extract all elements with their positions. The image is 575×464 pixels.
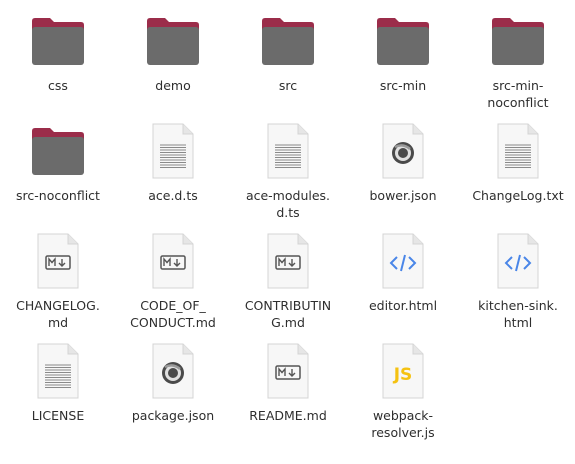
file-item[interactable]: css	[3, 8, 113, 116]
file-label: demo	[118, 77, 228, 94]
file-label: LICENSE	[3, 407, 113, 424]
file-item[interactable]: CODE_OF_ CONDUCT.md	[118, 228, 228, 336]
file-item[interactable]: editor.html	[348, 228, 458, 336]
folder-icon	[373, 11, 433, 71]
markdown-file-icon	[258, 341, 318, 401]
file-item[interactable]: package.json	[118, 338, 228, 446]
file-label-line: README.md	[249, 408, 327, 423]
file-label: CONTRIBUTIN G.md	[233, 297, 343, 331]
folder-icon	[488, 11, 548, 71]
file-label: ace-modules. d.ts	[233, 187, 343, 221]
file-item[interactable]: src-noconflict	[3, 118, 113, 226]
file-label-line: d.ts	[276, 205, 300, 220]
folder-icon	[28, 11, 88, 71]
file-item[interactable]: ChangeLog.txt	[463, 118, 573, 226]
file-label-line: LICENSE	[31, 408, 85, 423]
file-label-line: ace-modules.	[245, 188, 331, 203]
file-label: src-min	[348, 77, 458, 94]
file-label-line: html	[503, 315, 533, 330]
file-item[interactable]: ace.d.ts	[118, 118, 228, 226]
json-file-icon	[143, 341, 203, 401]
file-label-line: src	[278, 78, 298, 93]
file-label-line: package.json	[131, 408, 215, 423]
folder-icon	[28, 121, 88, 181]
js-badge: JS	[393, 365, 413, 385]
file-label: ChangeLog.txt	[463, 187, 573, 204]
file-label-line: ace.d.ts	[148, 188, 198, 203]
text-file-icon	[143, 121, 203, 181]
file-label: css	[3, 77, 113, 94]
file-item[interactable]: README.md	[233, 338, 343, 446]
file-label: kitchen-sink. html	[463, 297, 573, 331]
markdown-file-icon	[28, 231, 88, 291]
file-label: src-min-noconflict	[463, 77, 573, 111]
file-label-line: kitchen-sink.	[478, 298, 558, 313]
file-label-line: CHANGELOG.	[16, 298, 100, 313]
file-label-line: src-min	[379, 78, 427, 93]
file-item[interactable]: src	[233, 8, 343, 116]
file-label: CODE_OF_ CONDUCT.md	[118, 297, 228, 331]
text-file-icon	[28, 341, 88, 401]
file-item[interactable]: LICENSE	[3, 338, 113, 446]
file-label: bower.json	[348, 187, 458, 204]
file-label: editor.html	[348, 297, 458, 314]
javascript-file-icon: JS	[373, 341, 433, 401]
file-item[interactable]: kitchen-sink. html	[463, 228, 573, 336]
file-label: README.md	[233, 407, 343, 424]
file-label-line: src-noconflict	[16, 188, 100, 203]
folder-icon	[258, 11, 318, 71]
text-file-icon	[488, 121, 548, 181]
file-label: ace.d.ts	[118, 187, 228, 204]
file-label-line: src-min-	[492, 78, 544, 93]
file-label-line: css	[48, 78, 68, 93]
file-label-line: ChangeLog.txt	[472, 188, 564, 203]
file-label: webpack-resolver.js	[348, 407, 458, 441]
file-label-line: CODE_OF_	[140, 298, 206, 313]
file-label-line: webpack-	[372, 408, 434, 423]
file-label-line: editor.html	[368, 298, 438, 313]
file-item[interactable]: bower.json	[348, 118, 458, 226]
html-file-icon	[373, 231, 433, 291]
file-label-line: bower.json	[369, 188, 437, 203]
markdown-file-icon	[258, 231, 318, 291]
html-file-icon	[488, 231, 548, 291]
file-item[interactable]: CHANGELOG. md	[3, 228, 113, 336]
file-item[interactable]: ace-modules. d.ts	[233, 118, 343, 226]
text-file-icon	[258, 121, 318, 181]
file-label-line: noconflict	[487, 95, 549, 110]
file-item[interactable]: src-min	[348, 8, 458, 116]
folder-icon	[143, 11, 203, 71]
file-label-line: CONTRIBUTIN	[244, 298, 332, 313]
file-item[interactable]: src-min-noconflict	[463, 8, 573, 116]
json-file-icon	[373, 121, 433, 181]
file-label: src	[233, 77, 343, 94]
file-grid: css demo src src-min src-min-noconflict …	[0, 0, 575, 464]
markdown-file-icon	[143, 231, 203, 291]
file-label-line: CONDUCT.md	[130, 315, 216, 330]
file-item[interactable]: CONTRIBUTIN G.md	[233, 228, 343, 336]
file-label: package.json	[118, 407, 228, 424]
file-label-line: md	[47, 315, 69, 330]
file-label-line: resolver.js	[371, 425, 435, 440]
file-label: src-noconflict	[3, 187, 113, 204]
file-label: CHANGELOG. md	[3, 297, 113, 331]
file-item[interactable]: JS webpack-resolver.js	[348, 338, 458, 446]
file-item[interactable]: demo	[118, 8, 228, 116]
file-label-line: demo	[155, 78, 191, 93]
file-label-line: G.md	[271, 315, 305, 330]
